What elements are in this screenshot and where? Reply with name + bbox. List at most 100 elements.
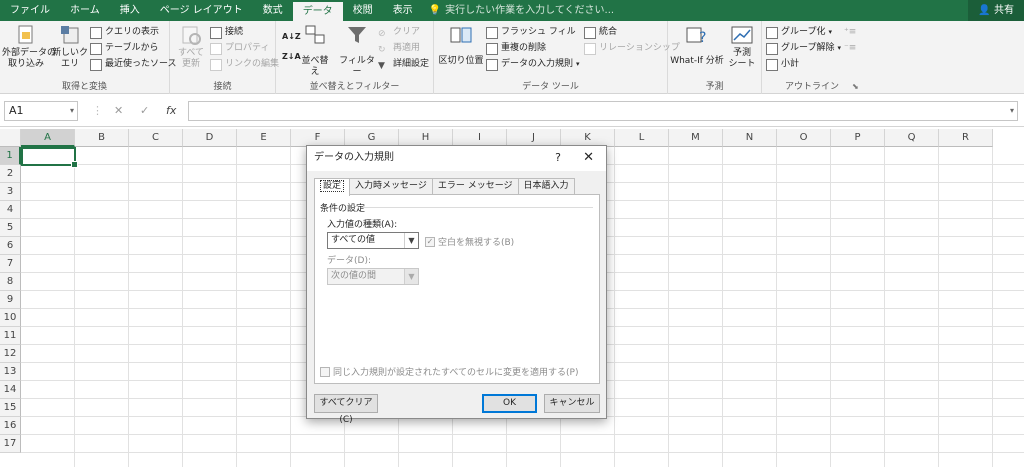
column-header[interactable]: B (75, 129, 129, 147)
connections-icon (210, 26, 222, 39)
group-label-data-tools: データ ツール (522, 82, 579, 92)
ungroup-button[interactable]: グループ解除 ▾ (766, 41, 841, 56)
advanced-filter-button[interactable]: ▼ 詳細設定 (378, 57, 429, 72)
tab-input-message[interactable]: 入力時メッセージ (349, 178, 433, 195)
from-table-button[interactable]: テーブルから (90, 41, 158, 56)
reapply-button[interactable]: ↻ 再適用 (378, 41, 420, 56)
selected-cell-a1[interactable] (21, 147, 78, 168)
clear-filter-button[interactable]: ⊘ クリア (378, 25, 420, 40)
column-header[interactable]: N (723, 129, 777, 147)
remove-duplicates-button[interactable]: 重複の削除 (486, 41, 546, 56)
chevron-down-icon[interactable]: ▾ (70, 102, 74, 120)
select-all-corner[interactable] (0, 129, 21, 147)
sort-desc-button[interactable]: Z↓A (282, 49, 301, 64)
help-button[interactable]: ? (555, 146, 561, 170)
tell-me-box[interactable]: 💡 実行したい作業を入力してください... (429, 0, 614, 21)
sort-button[interactable]: 並べ替え (300, 24, 330, 78)
row-header[interactable]: 10 (0, 309, 21, 327)
row-header[interactable]: 13 (0, 363, 21, 381)
consolidate-button[interactable]: 統合 (584, 25, 617, 40)
column-header[interactable]: D (183, 129, 237, 147)
subtotal-button[interactable]: 小計 (766, 57, 799, 72)
show-detail-button[interactable]: ⁺≡ (844, 25, 856, 40)
cancel-button[interactable]: キャンセル (544, 394, 600, 413)
tab-review[interactable]: 校閲 (343, 0, 383, 21)
column-header[interactable]: L (615, 129, 669, 147)
what-if-button[interactable]: ? What-If 分析 (670, 24, 724, 67)
column-header[interactable]: O (777, 129, 831, 147)
filter-button[interactable]: フィルター (338, 24, 376, 78)
group-button[interactable]: グループ化 ▾ (766, 25, 832, 40)
cancel-icon[interactable]: ✕ (114, 101, 123, 121)
text-to-columns-button[interactable]: 区切り位置 (438, 24, 484, 67)
sort-asc-button[interactable]: A↓Z (282, 29, 301, 44)
ok-button[interactable]: OK (482, 394, 537, 413)
external-data-button[interactable]: 外部データの 取り込み (2, 24, 56, 70)
row-header[interactable]: 9 (0, 291, 21, 309)
expand-formula-bar-icon[interactable]: ▾ (1010, 101, 1014, 121)
row-header[interactable]: 3 (0, 183, 21, 201)
tab-data[interactable]: データ (292, 2, 343, 21)
flash-fill-button[interactable]: フラッシュ フィル (486, 25, 576, 40)
tab-view[interactable]: 表示 (383, 0, 423, 21)
ignore-blank-checkbox[interactable]: ✓ 空白を無視する(B) (425, 235, 514, 248)
close-icon[interactable]: ✕ (583, 146, 594, 170)
row-header[interactable]: 17 (0, 435, 21, 453)
show-queries-button[interactable]: クエリの表示 (90, 25, 159, 40)
row-header[interactable]: 8 (0, 273, 21, 291)
chevron-down-icon[interactable]: ▼ (404, 269, 418, 284)
formula-input[interactable] (188, 101, 1018, 121)
outline-dialog-launcher[interactable]: ⬊ (852, 79, 859, 94)
row-header[interactable]: 6 (0, 237, 21, 255)
row-header[interactable]: 14 (0, 381, 21, 399)
tab-home[interactable]: ホーム (60, 0, 110, 21)
flash-fill-label: フラッシュ フィル (501, 27, 576, 37)
relationships-button[interactable]: リレーションシップ (584, 41, 680, 56)
edit-links-button[interactable]: リンクの編集 (210, 57, 279, 72)
forecast-sheet-button[interactable]: 予測 シート (726, 24, 758, 70)
column-header[interactable]: R (939, 129, 993, 147)
column-header[interactable]: Q (885, 129, 939, 147)
apply-all-checkbox[interactable]: 同じ入力規則が設定されたすべてのセルに変更を適用する(P) (320, 365, 578, 378)
tab-file[interactable]: ファイル (0, 0, 60, 21)
group-icon (766, 26, 778, 39)
data-validation-button[interactable]: データの入力規則 ▾ (486, 57, 580, 72)
row-header[interactable]: 7 (0, 255, 21, 273)
refresh-all-button[interactable]: すべて 更新 (174, 24, 208, 70)
row-header[interactable]: 11 (0, 327, 21, 345)
row-header[interactable]: 12 (0, 345, 21, 363)
allow-select[interactable]: すべての値 ▼ (327, 232, 419, 249)
tab-error-alert[interactable]: エラー メッセージ (431, 178, 519, 195)
column-header[interactable]: C (129, 129, 183, 147)
tab-formulas[interactable]: 数式 (253, 0, 293, 21)
properties-button[interactable]: プロパティ (210, 41, 269, 56)
column-header[interactable]: E (237, 129, 291, 147)
ribbon: 外部データの 取り込み 新しいク エリ クエリの表示 テーブルから 最近使ったソ… (0, 21, 1024, 94)
group-sort-filter: A↓Z Z↓A 並べ替え フィルター ⊘ クリア ↻ 再適用 ▼ 詳細設定 並べ替えと… (276, 21, 434, 94)
clear-all-button[interactable]: すべてクリア(C) (314, 394, 378, 425)
tab-page-layout[interactable]: ページ レイアウト (150, 0, 253, 21)
data-select[interactable]: 次の値の間 ▼ (327, 268, 419, 285)
row-header[interactable]: 5 (0, 219, 21, 237)
row-header[interactable]: 2 (0, 165, 21, 183)
connections-button[interactable]: 接続 (210, 25, 243, 40)
enter-icon[interactable]: ✓ (140, 101, 149, 121)
column-header[interactable]: M (669, 129, 723, 147)
row-header[interactable]: 4 (0, 201, 21, 219)
insert-function-icon[interactable]: fx (166, 101, 176, 121)
recent-sources-button[interactable]: 最近使ったソース (90, 57, 177, 72)
hide-detail-button[interactable]: ⁻≡ (844, 41, 856, 56)
new-query-button[interactable]: 新しいク エリ (52, 24, 88, 70)
row-header[interactable]: 16 (0, 417, 21, 435)
forecast-sheet-label: 予測 シート (728, 48, 756, 69)
tab-ime-mode[interactable]: 日本語入力 (517, 178, 575, 195)
tab-insert[interactable]: 挿入 (110, 0, 150, 21)
column-header[interactable]: P (831, 129, 885, 147)
tab-settings[interactable]: 設定 (314, 178, 351, 196)
share-button[interactable]: 👤 共有 (968, 0, 1024, 21)
chevron-down-icon[interactable]: ▼ (404, 233, 418, 248)
row-header[interactable]: 1 (0, 147, 21, 165)
row-header[interactable]: 15 (0, 399, 21, 417)
name-box[interactable]: A1 ▾ (4, 101, 78, 121)
column-header[interactable]: A (21, 129, 75, 147)
